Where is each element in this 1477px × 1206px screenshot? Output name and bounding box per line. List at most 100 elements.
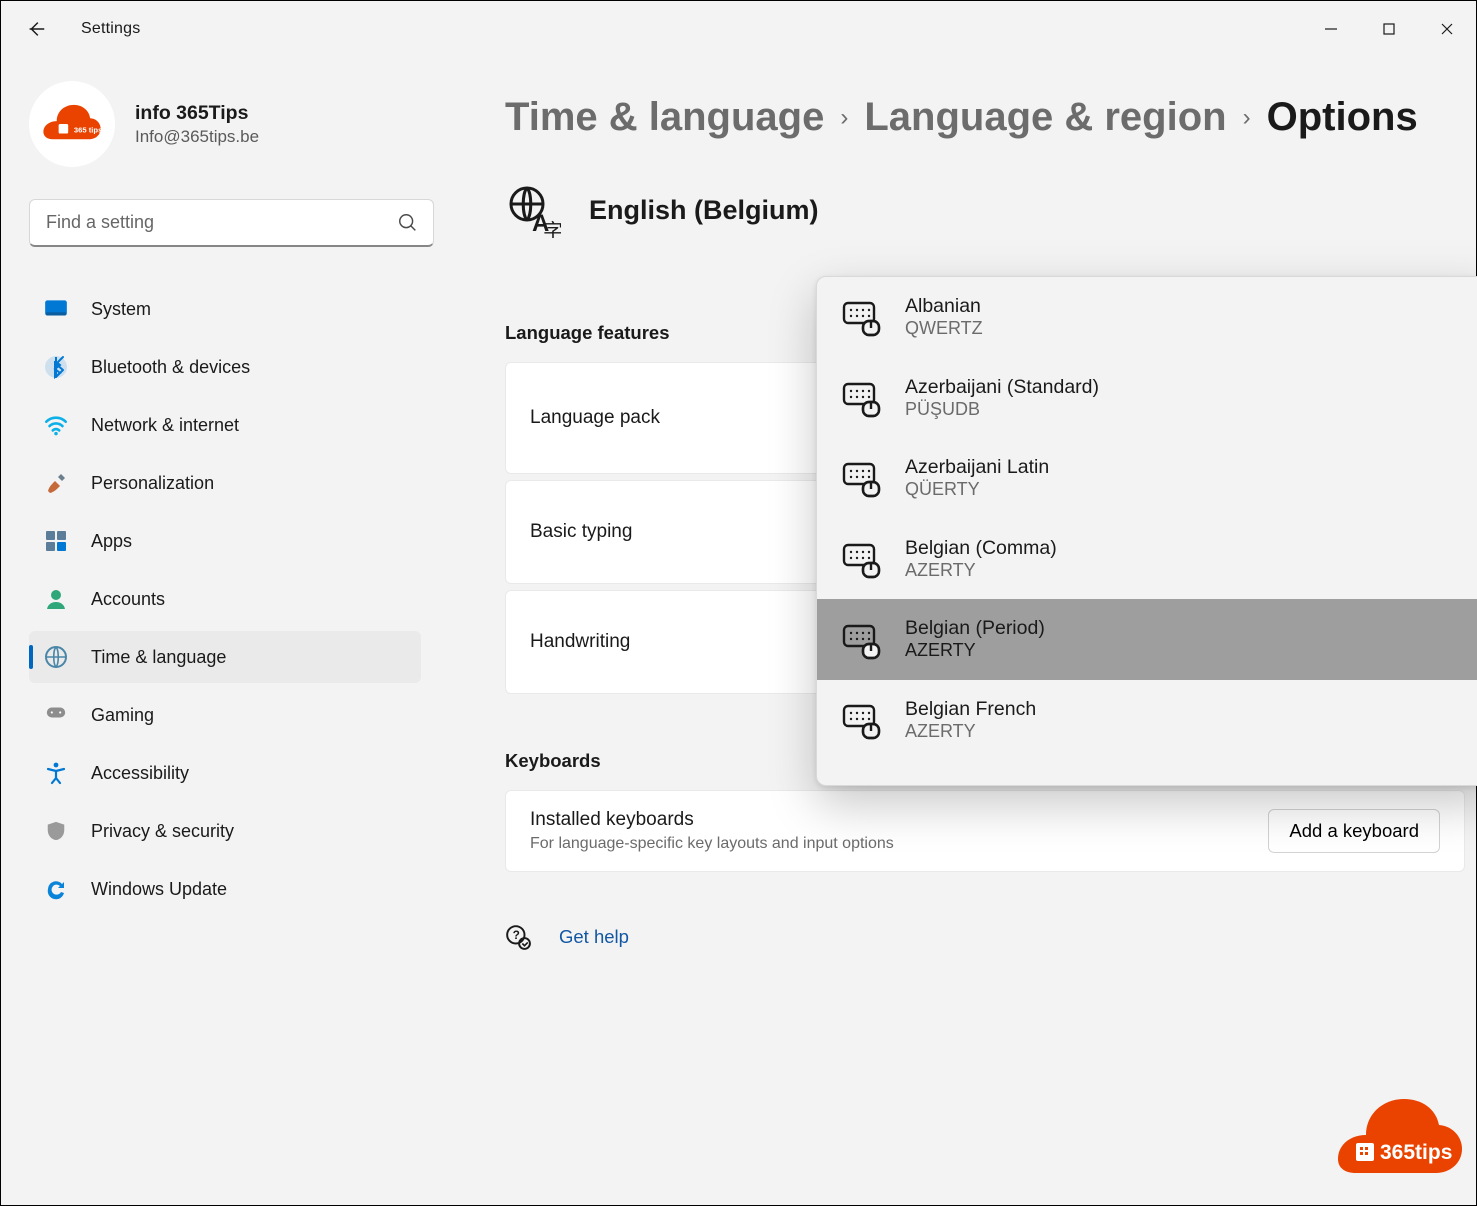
feature-label: Basic typing	[530, 521, 632, 543]
user-card[interactable]: 365 tips info 365Tips Info@365tips.be	[29, 81, 421, 167]
sidebar-item-gaming[interactable]: Gaming	[29, 689, 421, 741]
keyboard-option[interactable]: Azerbaijani Latin QÜERTY	[817, 438, 1477, 519]
installed-keyboards-title: Installed keyboards	[530, 809, 894, 831]
user-email: Info@365tips.be	[135, 127, 259, 147]
keyboard-layout-icon	[841, 458, 881, 498]
keyboard-name: Albanian	[905, 295, 983, 318]
installed-keyboards-sub: For language-specific key layouts and in…	[530, 835, 894, 853]
sidebar-item-label: Gaming	[91, 705, 154, 726]
globe-language-icon: A 字	[505, 182, 561, 238]
keyboard-layout-icon	[841, 378, 881, 418]
feature-card-basic-typing[interactable]: Basic typing	[505, 480, 825, 584]
sidebar-item-label: System	[91, 299, 151, 320]
keyboard-option[interactable]: Belgian French AZERTY	[817, 680, 1477, 761]
minimize-button[interactable]	[1302, 9, 1360, 49]
keyboard-option[interactable]: Belgian (Period) AZERTY	[817, 599, 1477, 680]
sidebar-item-system[interactable]: System	[29, 283, 421, 335]
add-keyboard-dropdown[interactable]: Albanian QWERTZ Azerbaijani (Standard) P…	[816, 276, 1477, 786]
svg-text:?: ?	[513, 928, 520, 942]
add-keyboard-button[interactable]: Add a keyboard	[1268, 809, 1440, 853]
sidebar-item-privacy[interactable]: Privacy & security	[29, 805, 421, 857]
svg-text:365 tips: 365 tips	[74, 126, 102, 135]
breadcrumb: Time & language › Language & region › Op…	[505, 95, 1465, 140]
keyboard-layout-icon	[841, 297, 881, 337]
sidebar-item-label: Accounts	[91, 589, 165, 610]
search-input-field[interactable]	[46, 212, 387, 233]
chevron-right-icon: ›	[1243, 104, 1251, 132]
keyboard-option[interactable]: Belgian (Comma) AZERTY	[817, 519, 1477, 600]
sidebar-item-accounts[interactable]: Accounts	[29, 573, 421, 625]
keyboard-layout-icon	[841, 700, 881, 740]
window-controls	[1302, 9, 1476, 49]
close-icon	[1440, 22, 1454, 36]
user-name: info 365Tips	[135, 102, 259, 125]
window-titlebar: Settings	[1, 1, 1476, 57]
svg-text:365tips: 365tips	[1380, 1141, 1452, 1164]
minimize-icon	[1324, 22, 1338, 36]
feature-card-language-pack[interactable]: Language pack	[505, 362, 825, 474]
monitor-icon	[43, 296, 69, 322]
accessibility-icon	[43, 760, 69, 786]
sidebar-item-update[interactable]: Windows Update	[29, 863, 421, 915]
sidebar-item-accessibility[interactable]: Accessibility	[29, 747, 421, 799]
installed-keyboards-card: Installed keyboards For language-specifi…	[505, 790, 1465, 872]
chevron-right-icon: ›	[840, 104, 848, 132]
sidebar-item-label: Apps	[91, 531, 132, 552]
keyboard-option[interactable]: Azerbaijani (Standard) PÜŞUDB	[817, 358, 1477, 439]
maximize-icon	[1382, 22, 1396, 36]
get-help-row: ? Get help	[505, 924, 1465, 950]
get-help-link[interactable]: Get help	[559, 926, 629, 948]
sidebar-item-label: Bluetooth & devices	[91, 357, 250, 378]
keyboard-layout: AZERTY	[905, 721, 1036, 743]
feature-label: Language pack	[530, 407, 660, 429]
keyboard-name: Belgian French	[905, 698, 1036, 721]
sidebar-item-label: Privacy & security	[91, 821, 234, 842]
feature-card-handwriting[interactable]: Handwriting	[505, 590, 825, 694]
svg-text:字: 字	[543, 220, 561, 238]
keyboard-layout: AZERTY	[905, 640, 1045, 662]
avatar: 365 tips	[29, 81, 115, 167]
person-icon	[43, 586, 69, 612]
back-button[interactable]	[23, 16, 49, 42]
sidebar-item-label: Windows Update	[91, 879, 227, 900]
app-title: Settings	[81, 20, 140, 38]
sidebar-item-bluetooth[interactable]: Bluetooth & devices	[29, 341, 421, 393]
sidebar-item-time-language[interactable]: Time & language	[29, 631, 421, 683]
sidebar-item-label: Network & internet	[91, 415, 239, 436]
globe-clock-icon	[43, 644, 69, 670]
paintbrush-icon	[43, 470, 69, 496]
sidebar-item-personalization[interactable]: Personalization	[29, 457, 421, 509]
language-header: A 字 English (Belgium)	[505, 182, 1465, 238]
breadcrumb-item-current: Options	[1267, 95, 1418, 140]
search-input[interactable]	[29, 199, 434, 247]
maximize-button[interactable]	[1360, 9, 1418, 49]
sidebar-item-apps[interactable]: Apps	[29, 515, 421, 567]
arrow-left-icon	[25, 18, 47, 40]
keyboard-name: Belgian (Comma)	[905, 537, 1057, 560]
keyboard-layout: AZERTY	[905, 560, 1057, 582]
keyboard-layout-icon	[841, 620, 881, 660]
shield-icon	[43, 818, 69, 844]
wifi-icon	[43, 412, 69, 438]
apps-icon	[43, 528, 69, 554]
sidebar-item-network[interactable]: Network & internet	[29, 399, 421, 451]
sidebar-item-label: Accessibility	[91, 763, 189, 784]
breadcrumb-item[interactable]: Time & language	[505, 95, 824, 140]
keyboard-layout: PÜŞUDB	[905, 399, 1099, 421]
nav-list: System Bluetooth & devices Network & int…	[29, 283, 421, 915]
update-icon	[43, 876, 69, 902]
sidebar: 365 tips info 365Tips Info@365tips.be Sy…	[1, 57, 441, 1205]
help-icon: ?	[505, 924, 531, 950]
bluetooth-icon	[43, 354, 69, 380]
avatar-cloud-icon: 365 tips	[41, 103, 103, 145]
watermark-logo: 365tips	[1336, 1097, 1464, 1183]
keyboard-name: Azerbaijani (Standard)	[905, 376, 1099, 399]
gamepad-icon	[43, 702, 69, 728]
keyboard-layout-icon	[841, 539, 881, 579]
close-button[interactable]	[1418, 9, 1476, 49]
keyboard-layout: QWERTZ	[905, 318, 983, 340]
breadcrumb-item[interactable]: Language & region	[864, 95, 1226, 140]
feature-label: Handwriting	[530, 631, 630, 653]
keyboard-layout: QÜERTY	[905, 479, 1049, 501]
keyboard-option[interactable]: Albanian QWERTZ	[817, 277, 1477, 358]
